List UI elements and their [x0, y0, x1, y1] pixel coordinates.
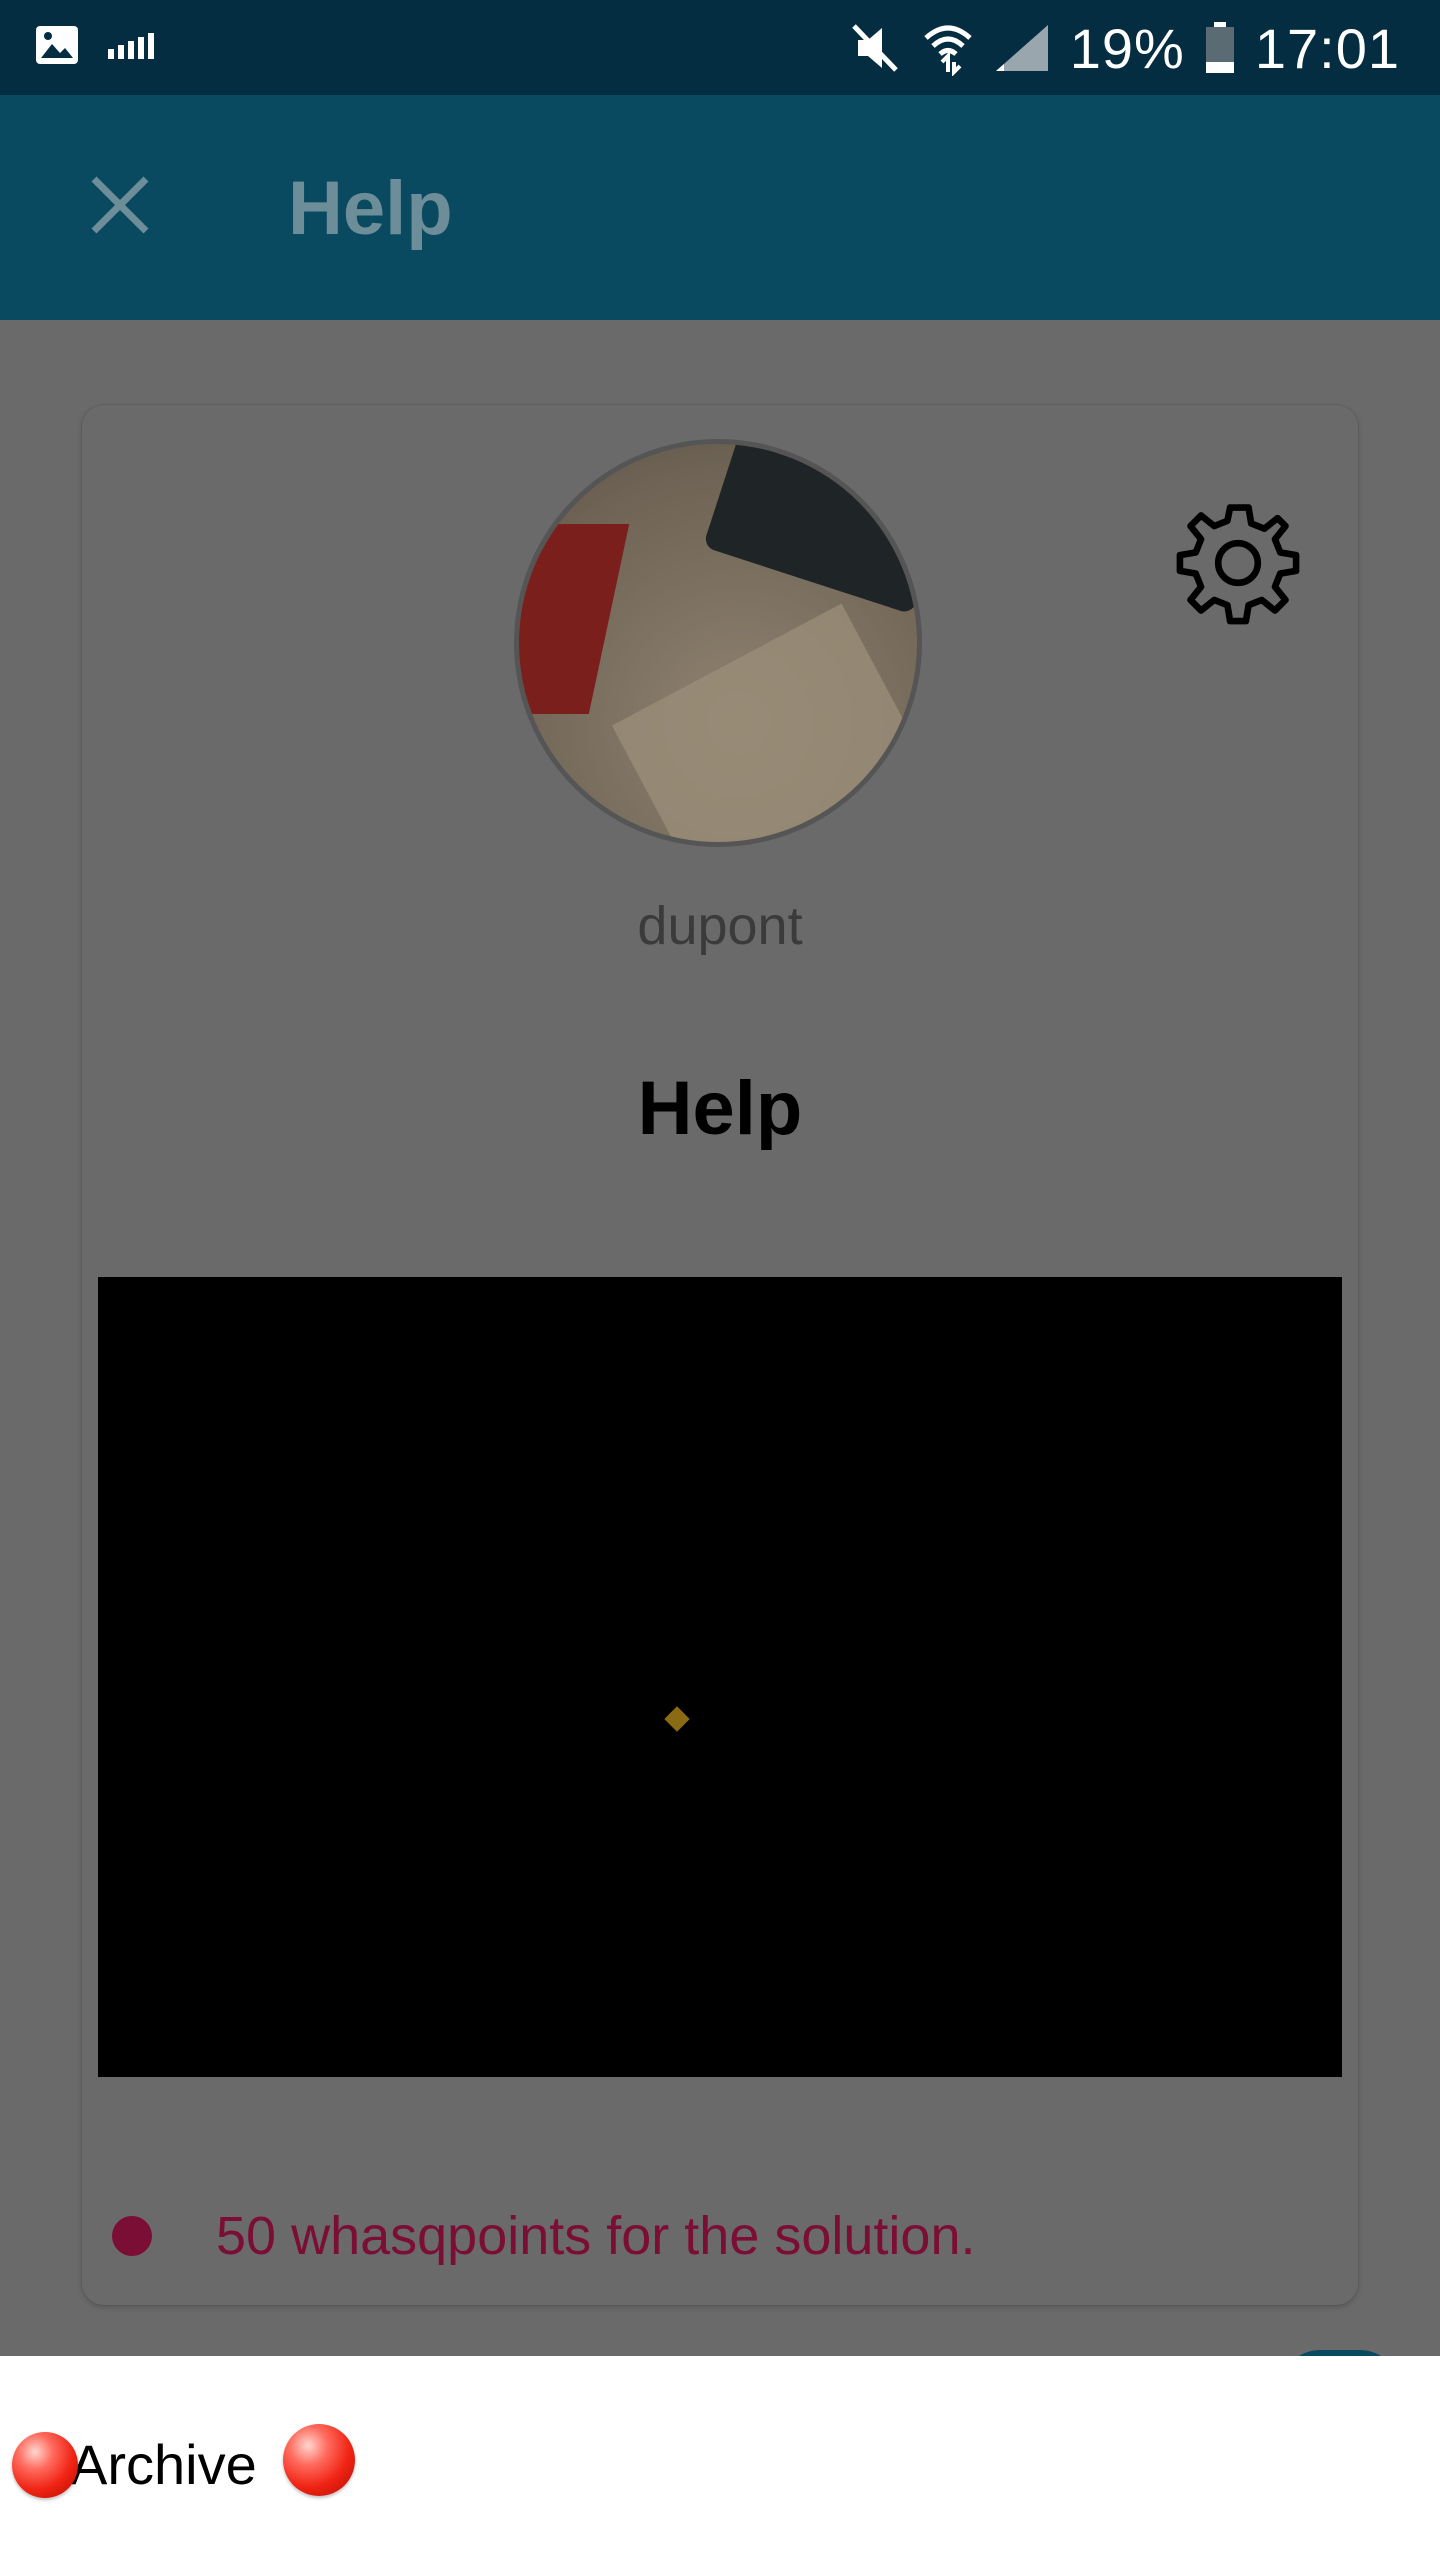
help-card: dupont Help 50 whasqpoints for the solut… — [82, 405, 1358, 2305]
avatar-photo-part — [519, 524, 630, 714]
status-bar: 19% 17:01 — [0, 0, 1440, 95]
close-icon — [91, 176, 149, 234]
avatar[interactable] — [514, 439, 922, 847]
username: dupont — [637, 896, 803, 956]
app-bar: Help — [0, 95, 1440, 320]
clock: 17:01 — [1254, 16, 1400, 80]
signal-bars-icon — [108, 33, 154, 59]
gear-icon[interactable] — [1172, 497, 1304, 629]
archive-label[interactable]: Archive — [70, 2432, 257, 2497]
avatar-photo-part — [611, 603, 917, 842]
section-title: Help — [637, 1066, 803, 1151]
cell-signal-icon — [995, 25, 1048, 71]
battery-percent: 19% — [1069, 16, 1185, 80]
bullet-dot-icon — [112, 2216, 152, 2256]
close-button[interactable] — [70, 155, 170, 255]
image-icon — [36, 26, 78, 64]
avatar-photo-part — [702, 444, 917, 615]
battery-icon — [1205, 22, 1234, 73]
app-bar-title: Help — [288, 166, 453, 251]
reward-line: 50 whasqpoints for the solution. — [112, 2205, 975, 2267]
red-ball-icon[interactable] — [283, 2424, 355, 2496]
reward-text: 50 whasqpoints for the solution. — [216, 2206, 976, 2266]
status-bar-right: 19% 17:01 — [850, 16, 1400, 80]
red-ball-icon[interactable] — [12, 2432, 78, 2498]
video-player[interactable] — [98, 1277, 1342, 2077]
loading-spinner-icon — [664, 1706, 690, 1732]
status-bar-left — [34, 24, 156, 66]
bottom-bar: Archive — [0, 2356, 1440, 2560]
wifi-icon — [924, 25, 972, 76]
mute-icon — [851, 24, 898, 72]
